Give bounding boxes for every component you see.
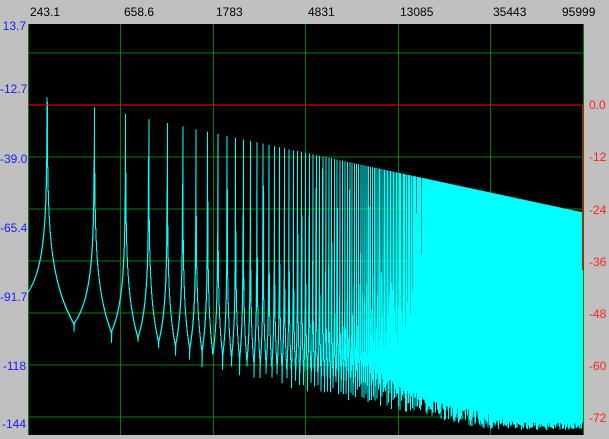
x-tick-label: 243.1 xyxy=(30,5,61,19)
right-y-tick-label: -60 xyxy=(589,359,607,373)
left-y-tick-label: -91.7 xyxy=(0,290,28,304)
right-y-tick-label: -72 xyxy=(589,411,607,425)
right-y-tick-label: -24 xyxy=(589,203,607,217)
left-y-tick-label: 13.7 xyxy=(2,19,26,33)
x-tick-label: 13085 xyxy=(400,5,434,19)
right-y-tick-label: -12 xyxy=(589,150,607,164)
x-tick-label: 658.6 xyxy=(124,5,155,19)
left-y-tick-label: -65.4 xyxy=(0,221,28,235)
left-y-tick-label: -118 xyxy=(2,359,26,373)
x-tick-label: 4831 xyxy=(308,5,335,19)
x-tick-label: 95999 xyxy=(562,5,596,19)
left-y-tick-label: -39.0 xyxy=(0,152,28,166)
left-y-tick-label: -144 xyxy=(1,417,26,431)
x-tick-label: 1783 xyxy=(216,5,243,19)
right-y-tick-label: -36 xyxy=(589,255,607,269)
spectrum-chart xyxy=(27,24,584,435)
right-y-tick-label: -48 xyxy=(589,307,607,321)
right-y-tick-label: 0.0 xyxy=(589,98,606,112)
x-tick-label: 35443 xyxy=(493,5,527,19)
left-y-tick-label: -12.7 xyxy=(0,82,28,96)
